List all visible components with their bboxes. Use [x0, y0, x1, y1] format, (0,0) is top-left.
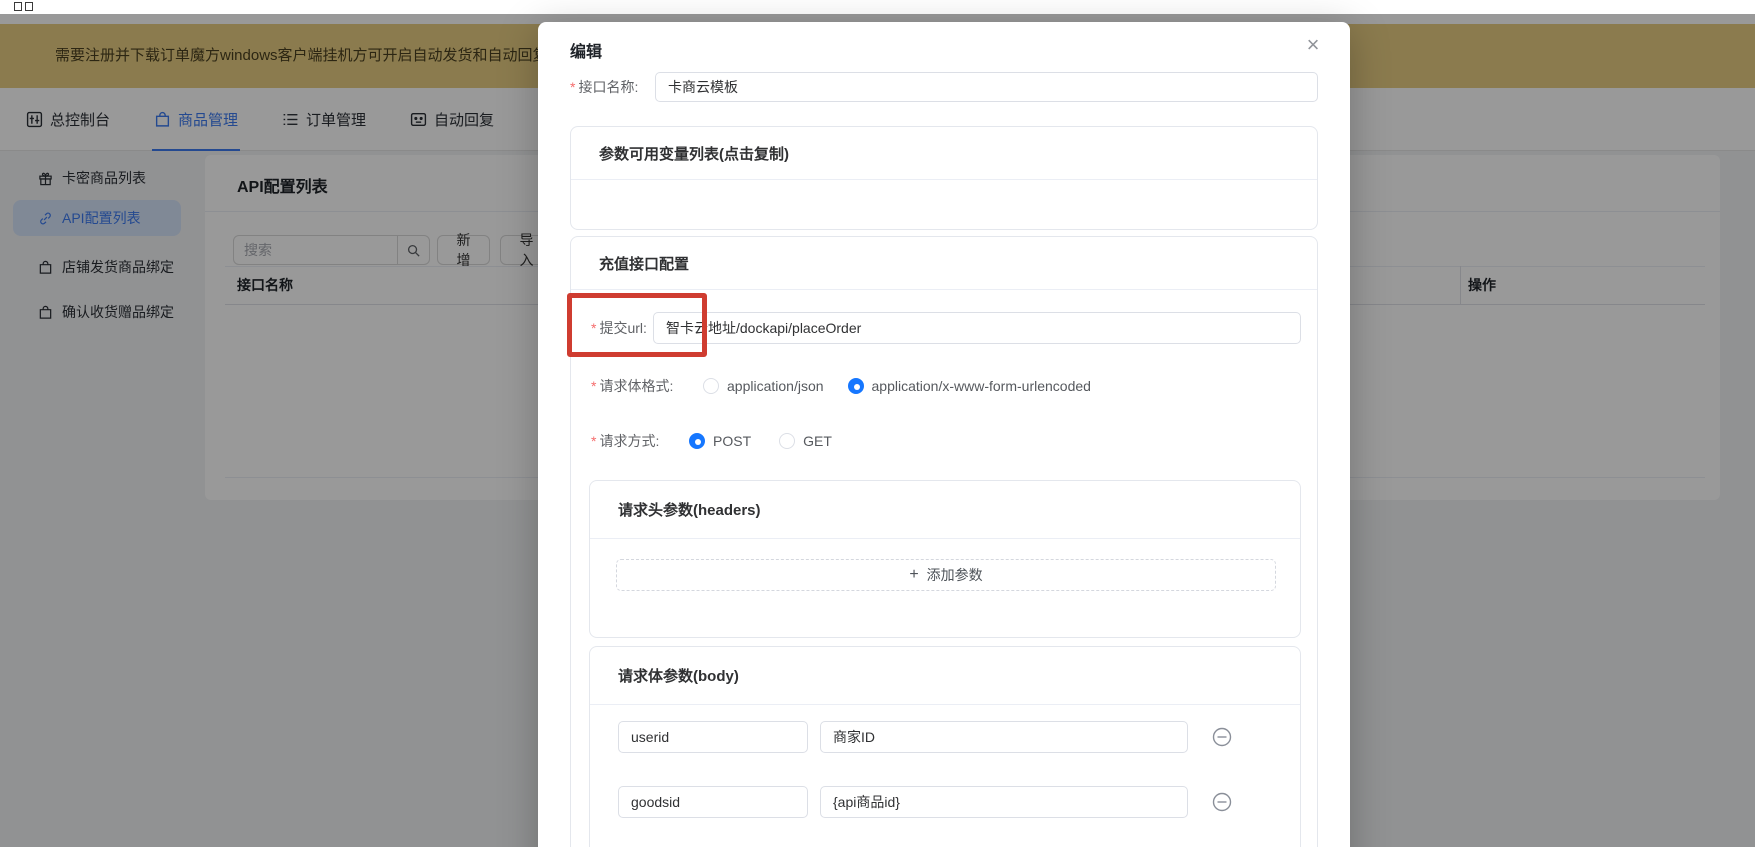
- method-label: *请求方式:: [591, 431, 683, 451]
- radio-label-post[interactable]: POST: [713, 433, 751, 449]
- radio-post[interactable]: [689, 433, 705, 449]
- required-asterisk: *: [570, 79, 575, 95]
- variables-section-title: 参数可用变量列表(点击复制): [571, 127, 1317, 180]
- remove-param-button[interactable]: [1212, 792, 1232, 812]
- submit-url-input[interactable]: [653, 312, 1301, 344]
- radio-get[interactable]: [779, 433, 795, 449]
- body-params-section: 请求体参数(body): [589, 646, 1301, 847]
- recharge-section-title: 充值接口配置: [571, 237, 1317, 290]
- remove-param-button[interactable]: [1212, 727, 1232, 747]
- app-grid-icon[interactable]: [14, 2, 34, 13]
- param-value-input[interactable]: [820, 786, 1188, 818]
- plus-icon: +: [909, 566, 918, 584]
- minus-circle-icon: [1212, 727, 1232, 747]
- param-key-input[interactable]: [618, 786, 808, 818]
- edit-dialog: 编辑 × *接口名称: 参数可用变量列表(点击复制) 充值接口配置 *提交url…: [538, 22, 1350, 847]
- body-param-row: [618, 721, 1278, 753]
- add-param-label: 添加参数: [927, 565, 983, 585]
- radio-label-get[interactable]: GET: [803, 433, 832, 449]
- close-icon[interactable]: ×: [1300, 32, 1326, 58]
- dialog-title: 编辑: [570, 38, 602, 62]
- screen: 需要注册并下载订单魔方windows客户端挂机方可开启自动发货和自动回复等完整 …: [0, 0, 1755, 847]
- variables-section: 参数可用变量列表(点击复制): [570, 126, 1318, 230]
- required-asterisk: *: [591, 378, 596, 394]
- body-section-title: 请求体参数(body): [590, 647, 1300, 705]
- minus-circle-icon: [1212, 792, 1232, 812]
- body-format-label: *请求体格式:: [591, 376, 697, 396]
- add-header-param-button[interactable]: + 添加参数: [616, 559, 1276, 591]
- radio-label-form-urlencoded[interactable]: application/x-www-form-urlencoded: [872, 378, 1091, 394]
- param-key-input[interactable]: [618, 721, 808, 753]
- param-value-input[interactable]: [820, 721, 1188, 753]
- body-format-row: *请求体格式: application/json application/x-w…: [591, 377, 1091, 395]
- radio-form-urlencoded[interactable]: [848, 378, 864, 394]
- headers-section-title: 请求头参数(headers): [590, 481, 1300, 539]
- radio-application-json[interactable]: [703, 378, 719, 394]
- method-row: *请求方式: POST GET: [591, 432, 832, 450]
- annotation-highlight-box: [567, 293, 707, 357]
- headers-section: 请求头参数(headers) + 添加参数: [589, 480, 1301, 638]
- body-param-row: [618, 786, 1278, 818]
- required-asterisk: *: [591, 433, 596, 449]
- api-name-input[interactable]: [655, 72, 1318, 102]
- api-name-label: *接口名称:: [570, 77, 655, 97]
- radio-label-application-json[interactable]: application/json: [727, 378, 824, 394]
- api-name-row: *接口名称:: [570, 72, 1318, 102]
